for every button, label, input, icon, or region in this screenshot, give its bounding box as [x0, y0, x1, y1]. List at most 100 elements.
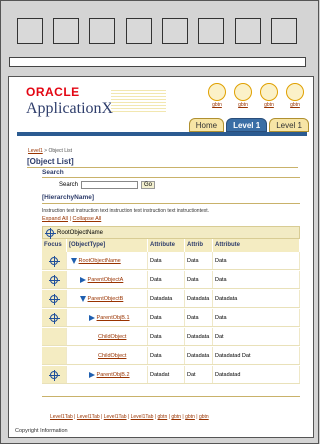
toolbar-button-4[interactable] — [126, 18, 152, 44]
object-name-cell: ParentObjectA — [67, 271, 148, 288]
expand-triangle-icon[interactable] — [80, 276, 86, 283]
footer-link[interactable]: gbtn — [185, 414, 195, 420]
oracle-logo: ORACLE — [26, 85, 80, 99]
footer-link[interactable]: gbtn — [199, 414, 209, 420]
attribute-cell: Data — [148, 347, 185, 364]
root-object-label: RootObjectName — [57, 229, 104, 236]
column-header-focus: Focus — [42, 239, 67, 252]
footer-link[interactable]: Level1Tab — [131, 414, 154, 420]
breadcrumb-link[interactable]: Level1 — [28, 148, 43, 154]
collapse-triangle-icon[interactable] — [80, 295, 86, 302]
focus-icon[interactable] — [49, 274, 60, 286]
attribute-cell: Datadata — [185, 328, 213, 345]
object-name-link[interactable]: ChildObject — [98, 334, 126, 340]
title-divider — [27, 167, 298, 168]
address-bar[interactable] — [9, 57, 306, 67]
search-input[interactable] — [81, 181, 139, 189]
expand-all-link[interactable]: Expand All — [42, 216, 68, 222]
toolbar-button-5[interactable] — [162, 18, 188, 44]
attribute-cell: Datadata — [213, 290, 300, 307]
attribute-cell: Datadatad Dat — [213, 347, 300, 364]
footer-link[interactable]: Level1Tab — [104, 414, 127, 420]
toolbar-button-1[interactable] — [17, 18, 43, 44]
object-name-cell: ParentObjectB — [67, 290, 148, 307]
global-button[interactable]: gbtn — [232, 83, 254, 108]
focus-cell — [42, 347, 67, 364]
focus-cell — [42, 252, 67, 269]
table-header: Focus [ObjectType] Attribute Attrib Attr… — [42, 239, 300, 252]
expand-triangle-icon[interactable] — [89, 371, 95, 378]
object-name-cell: ParentObjB.1 — [67, 309, 148, 326]
column-header-attribute: Attribute — [213, 239, 300, 252]
search-divider — [42, 177, 300, 178]
table-row: ParentObjB.1 Data Data Data — [42, 309, 300, 327]
app-name: ApplicationX — [26, 100, 114, 117]
attribute-cell: Data — [148, 328, 185, 345]
object-name-link[interactable]: ParentObjB.2 — [97, 372, 130, 378]
attribute-cell: Dat — [213, 328, 300, 345]
go-button[interactable]: Go — [141, 181, 156, 189]
page-viewport: ORACLE ApplicationX gbtn gbtn gbtn gbtn … — [8, 76, 314, 438]
search-row: Search Go — [59, 181, 156, 189]
footer-link[interactable]: Level1Tab — [77, 414, 100, 420]
toolbar-button-7[interactable] — [235, 18, 261, 44]
focus-icon[interactable] — [49, 369, 60, 381]
table-row: ParentObjB.2 Datadat Dat Datadatad — [42, 366, 300, 384]
object-name-cell: ParentObjB.2 — [67, 366, 148, 383]
global-button[interactable]: gbtn — [206, 83, 228, 108]
object-name-link[interactable]: RootObjectName — [79, 258, 121, 264]
object-name-link[interactable]: ChildObject — [98, 353, 126, 359]
focus-cell — [42, 290, 67, 307]
page-title: [Object List] — [27, 157, 74, 166]
tab-bar: Home Level 1 Level 1 — [188, 118, 309, 132]
expand-collapse-links: Expand All | Collapse All — [42, 216, 102, 222]
toolbar-button-8[interactable] — [271, 18, 297, 44]
table-row: ChildObject Data Datadata Dat — [42, 328, 300, 346]
footer-links: Level1Tab | Level1Tab | Level1Tab | Leve… — [50, 414, 209, 420]
expand-triangle-icon[interactable] — [89, 314, 95, 321]
object-name-cell: ChildObject — [67, 328, 148, 345]
collapse-triangle-icon[interactable] — [71, 257, 77, 264]
attribute-cell: Dat — [185, 366, 213, 383]
table-row: ChildObject Data Datadata Datadatad Dat — [42, 347, 300, 365]
footer-link[interactable]: gbtn — [158, 414, 168, 420]
root-focus-row: RootObjectName — [42, 226, 300, 239]
focus-icon[interactable] — [49, 312, 60, 324]
toolbar-button-6[interactable] — [198, 18, 224, 44]
global-button[interactable]: gbtn — [284, 83, 306, 108]
attribute-cell: Data — [148, 252, 185, 269]
global-button-icon — [208, 83, 226, 101]
focus-icon[interactable] — [49, 255, 60, 267]
collapse-all-link[interactable]: Collapse All — [73, 216, 102, 222]
breadcrumb: Level1 > Object List — [28, 148, 73, 154]
tab-level1[interactable]: Level 1 — [269, 118, 309, 132]
attribute-cell: Data — [213, 252, 300, 269]
focus-icon[interactable] — [49, 293, 60, 305]
column-header-attrib: Attrib — [185, 239, 213, 252]
tab-underline — [17, 132, 307, 136]
toolbar-button-2[interactable] — [53, 18, 79, 44]
focus-cell — [42, 271, 67, 288]
attribute-cell: Datadata — [148, 290, 185, 307]
brand-block: ORACLE ApplicationX — [26, 85, 113, 118]
object-name-link[interactable]: ParentObjB.1 — [97, 315, 130, 321]
global-button-icon — [260, 83, 278, 101]
focus-icon[interactable] — [45, 227, 56, 239]
attribute-cell: Data — [148, 271, 185, 288]
instruction-text: Instruction text instruction text instru… — [42, 208, 210, 214]
global-button[interactable]: gbtn — [258, 83, 280, 108]
focus-cell — [42, 366, 67, 383]
toolbar-button-3[interactable] — [89, 18, 115, 44]
attribute-cell: Datadata — [185, 347, 213, 364]
footer-link[interactable]: Level1Tab — [50, 414, 73, 420]
column-header-object-type: [ObjectType] — [67, 239, 148, 252]
attribute-cell: Datadat — [148, 366, 185, 383]
tab-home[interactable]: Home — [188, 118, 225, 132]
footer-link[interactable]: gbtn — [171, 414, 181, 420]
object-name-link[interactable]: ParentObjectA — [88, 277, 124, 283]
object-name-link[interactable]: ParentObjectB — [88, 296, 124, 302]
table-row: RootObjectName Data Data Data — [42, 252, 300, 270]
column-header-attribute: Attribute — [148, 239, 185, 252]
tab-level1-active[interactable]: Level 1 — [226, 118, 268, 132]
hierarchy-divider — [42, 203, 300, 204]
